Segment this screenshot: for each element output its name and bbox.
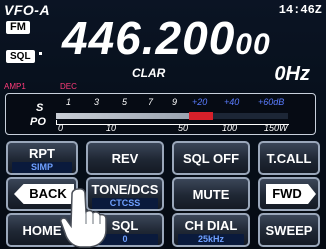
s-meter-label: S [36,102,44,114]
fwd-button[interactable]: FWD [258,177,320,211]
sql-dot-icon [39,52,42,55]
amp-indicator: AMP1 [4,82,26,91]
mute-label: MUTE [192,187,230,202]
s-tick: 1 [66,97,72,107]
frequency-small: 00 [235,28,271,61]
sql-off-button[interactable]: SQL OFF [172,141,250,175]
frequency-display[interactable]: 446.20000 [62,14,271,69]
po-meter-label: PO [30,116,46,128]
mode-badge[interactable]: FM [6,21,30,34]
rev-button[interactable]: REV [86,141,164,175]
s-tick: 9 [172,97,178,107]
s-tick: 3 [94,97,100,107]
po-tick: 150W [264,123,288,133]
signal-meter: S PO 1 3 5 7 9 +20 +40 +60dB 0 10 50 100… [5,93,316,135]
clar-label: CLAR [132,66,166,80]
sql-off-label: SQL OFF [182,151,240,166]
tcall-label: T.CALL [266,151,312,166]
po-tick: 10 [106,123,117,133]
sweep-label: SWEEP [265,223,313,238]
po-tick: 100 [222,123,238,133]
s-tick: +20 [192,97,208,107]
clar-offset: 0Hz [274,63,310,85]
meter-scale [56,120,289,125]
rpt-label: RPT [29,146,55,161]
s-tick: 7 [148,97,154,107]
sql-badge: SQL [6,50,35,63]
ch-dial-button[interactable]: CH DIAL 25kHz [172,213,250,247]
status-bar: VFO-A 14:46Z FM SQL 446.20000 [0,0,326,63]
fwd-label: FWD [272,186,302,201]
vfo-indicator: VFO-A [4,2,51,18]
sweep-button[interactable]: SWEEP [258,213,320,247]
pointing-hand-icon [60,188,107,248]
tcall-button[interactable]: T.CALL [258,141,320,175]
clock: 14:46Z [278,3,322,17]
rpt-value: SIMP [12,162,72,173]
mute-button[interactable]: MUTE [172,177,250,211]
radio-display: VFO-A 14:46Z FM SQL 446.20000 CLAR 0Hz A… [0,0,326,249]
meter-fill [56,113,191,119]
dec-indicator: DEC [60,82,77,91]
rpt-button[interactable]: RPT SIMP [6,141,78,175]
meter-peak [189,112,213,120]
s-tick: 5 [122,97,128,107]
frequency-main: 446.200 [62,12,236,64]
rev-label: REV [111,151,139,166]
ch-dial-value: 25kHz [178,234,244,245]
s-tick: +40 [224,97,240,107]
po-tick: 50 [178,123,189,133]
ch-dial-label: CH DIAL [184,218,238,233]
s-tick: +60dB [258,97,285,107]
po-tick: 0 [58,123,64,133]
